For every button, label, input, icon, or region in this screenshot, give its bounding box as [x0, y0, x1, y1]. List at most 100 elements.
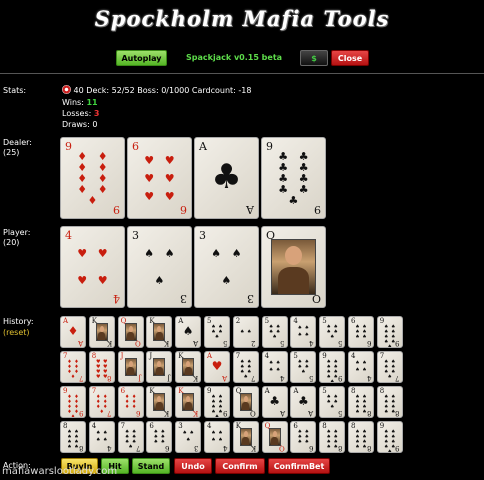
card-rank-corner: 6 [308, 444, 314, 452]
undo-button[interactable]: Undo [174, 458, 212, 474]
card-rank: J [120, 352, 124, 360]
card-rank-corner: 4 [280, 374, 285, 382]
losses-line: Losses: 3 [62, 108, 99, 119]
card-rank: 4 [264, 352, 270, 360]
card-rank-corner: 3 [193, 444, 199, 452]
stats-deck-info: Deck: 52/52 Boss: 0/1000 Cardcount: -18 [86, 86, 252, 95]
stats-label: Stats: [3, 86, 27, 95]
watermark: mafiawarslootlady.com [2, 466, 118, 477]
playing-card: A A ♣ [261, 386, 288, 418]
playing-card: 6 6 ♠ ♠ ♠ ♠ ♠ ♠ [290, 421, 317, 453]
playing-card: 9 9 ♦ ♦ ♦ ♦ ♦ ♦ ♦ ♦ ♦ [60, 386, 86, 418]
draws-line: Draws: 0 [62, 119, 97, 130]
card-pips: ♠ ♠ ♠ ♠ [297, 325, 310, 338]
playing-card: 5 5 ♠ ♠ ♠ ♠ ♠ [319, 316, 346, 348]
card-pips: ♠ ♠ ♠ ♠ ♠ ♠ ♠ ♠ ♠ [384, 429, 396, 453]
card-rank-corner: A [246, 203, 254, 216]
playing-card: 8 8 ♠ ♠ ♠ ♠ ♠ ♠ ♠ ♠ [376, 386, 403, 418]
playing-card: JJ [117, 351, 144, 383]
card-pips: ♠ ♠ ♠ ♠ ♠ [211, 324, 223, 340]
face-card-portrait [153, 358, 166, 376]
losses-value: 3 [93, 109, 100, 118]
close-button[interactable]: Close [331, 50, 369, 66]
playing-card: 8 8 ♥ ♥ ♥ ♥ ♥ ♥ ♥ ♥ [88, 351, 115, 383]
card-rank-corner: 9 [113, 203, 120, 216]
card-rank-corner: 7 [107, 409, 112, 417]
playing-card: 4 4 ♠ ♠ ♠ ♠ [204, 421, 230, 453]
playing-card: A A ♣ [194, 137, 259, 219]
card-rank-corner: 6 [366, 339, 371, 347]
playing-card: QQ [261, 226, 326, 308]
history-reset-link[interactable]: (reset) [3, 328, 30, 338]
face-card-portrait [268, 428, 281, 446]
card-rank-corner: A [77, 339, 83, 347]
stand-button[interactable]: Stand [132, 458, 170, 474]
card-rank: 3 [132, 229, 139, 242]
playing-card: 9 9 ♦ ♦ ♦ ♦ ♦ ♦ ♦ ♦ ♦ [60, 137, 125, 219]
card-pips: ♥ ♥ ♥ ♥ [77, 247, 108, 287]
playing-card: 6 6 ♥ ♥ ♥ ♥ ♥ ♥ [127, 137, 192, 219]
card-rank: 3 [178, 422, 183, 430]
stats-count: 40 [73, 86, 84, 95]
playing-card: 6 6 ♠ ♠ ♠ ♠ ♠ ♠ [348, 316, 374, 348]
card-rank-corner: 7 [78, 374, 83, 382]
playing-card: 5 5 ♠ ♠ ♠ ♠ ♠ [204, 316, 230, 348]
wins-label: Wins: [62, 98, 84, 107]
card-rank: 9 [65, 140, 72, 153]
playing-card: 3 3 ♠ ♠ ♠ [175, 421, 202, 453]
card-pips: ♠ ♠ ♠ ♠ ♠ [326, 324, 338, 340]
face-card-portrait [124, 323, 137, 341]
playing-card: QQ [117, 316, 144, 348]
card-pips: ♠ ♠ ♠ ♠ ♠ [297, 359, 310, 375]
card-rank-corner: A [279, 409, 285, 417]
card-rank-corner: 6 [136, 409, 141, 417]
card-pips: ♥ ♥ ♥ ♥ ♥ ♥ [144, 153, 175, 203]
playing-card: 6 6 ♠ ♠ ♠ ♠ ♠ ♠ [146, 421, 173, 453]
card-rank-corner: 7 [251, 374, 256, 382]
confirmbet-button[interactable]: ConfirmBet [268, 458, 330, 474]
draws-value: 0 [92, 120, 98, 129]
playing-card: 9 9 ♠ ♠ ♠ ♠ ♠ ♠ ♠ ♠ ♠ [376, 316, 403, 348]
face-card-portrait [182, 393, 195, 411]
card-rank-corner: J [166, 374, 170, 382]
playing-card: 9 9 ♠ ♠ ♠ ♠ ♠ ♠ ♠ ♠ ♠ [319, 351, 346, 383]
card-pips: ♦ ♦ ♦ ♦ ♦ ♦ ♦ ♦ ♦ [67, 394, 79, 418]
playing-card: A A ♥ [204, 351, 230, 383]
card-pips: ♠ ♠ ♠ ♠ ♠ ♠ [355, 324, 367, 340]
suit-icon: ♣ [211, 157, 242, 197]
autoplay-button[interactable]: Autoplay [116, 50, 167, 66]
card-rank-corner: 5 [308, 374, 314, 382]
stats-line: 40 Deck: 52/52 Boss: 0/1000 Cardcount: -… [62, 85, 251, 96]
playing-card: KK [175, 351, 202, 383]
card-rank-corner: 4 [107, 444, 112, 452]
card-rank-corner: 5 [337, 339, 343, 347]
card-rank-corner: 5 [280, 339, 285, 347]
card-pips: ♠ ♠ ♠ ♠ [211, 430, 223, 443]
dollar-button[interactable]: $ [300, 50, 328, 66]
playing-card: 4 4 ♠ ♠ ♠ ♠ [88, 421, 115, 453]
card-rank: 4 [65, 229, 72, 242]
draws-label: Draws: [62, 120, 90, 129]
card-rank-corner: A [308, 409, 314, 417]
card-rank-corner: 4 [308, 339, 314, 347]
suit-icon: ♣ [298, 394, 309, 408]
card-pips: ♠ ♠ ♠ [144, 247, 175, 287]
card-pips: ♦ ♦ ♦ ♦ ♦ ♦ [124, 394, 137, 410]
card-rank-corner: 6 [164, 444, 170, 452]
playing-card: 2 2 ♠ ♠ [232, 316, 259, 348]
card-rank-corner: 3 [247, 292, 254, 305]
header-divider [0, 73, 484, 74]
card-pips: ♠ ♠ ♠ ♠ ♠ ♠ ♠ ♠ [67, 429, 79, 450]
card-pips: ♦ ♦ ♦ ♦ ♦ ♦ ♦ [96, 394, 108, 415]
card-pips: ♠ ♠ ♠ ♠ ♠ ♠ ♠ ♠ [355, 429, 367, 450]
card-pips: ♠ ♠ ♠ ♠ ♠ ♠ ♠ [124, 429, 137, 450]
face-card-portrait [153, 393, 166, 411]
card-pips: ♠ ♠ ♠ ♠ ♠ [268, 324, 281, 340]
card-pips: ♠ ♠ ♠ ♠ [355, 360, 367, 373]
card-pips: ♠ ♠ ♠ ♠ ♠ ♠ [153, 429, 166, 445]
card-rank-corner: 4 [366, 374, 371, 382]
face-card-portrait [182, 358, 195, 376]
card-rank-corner: 7 [136, 444, 141, 452]
confirm-button[interactable]: Confirm [215, 458, 265, 474]
playing-card: QQ [232, 386, 259, 418]
